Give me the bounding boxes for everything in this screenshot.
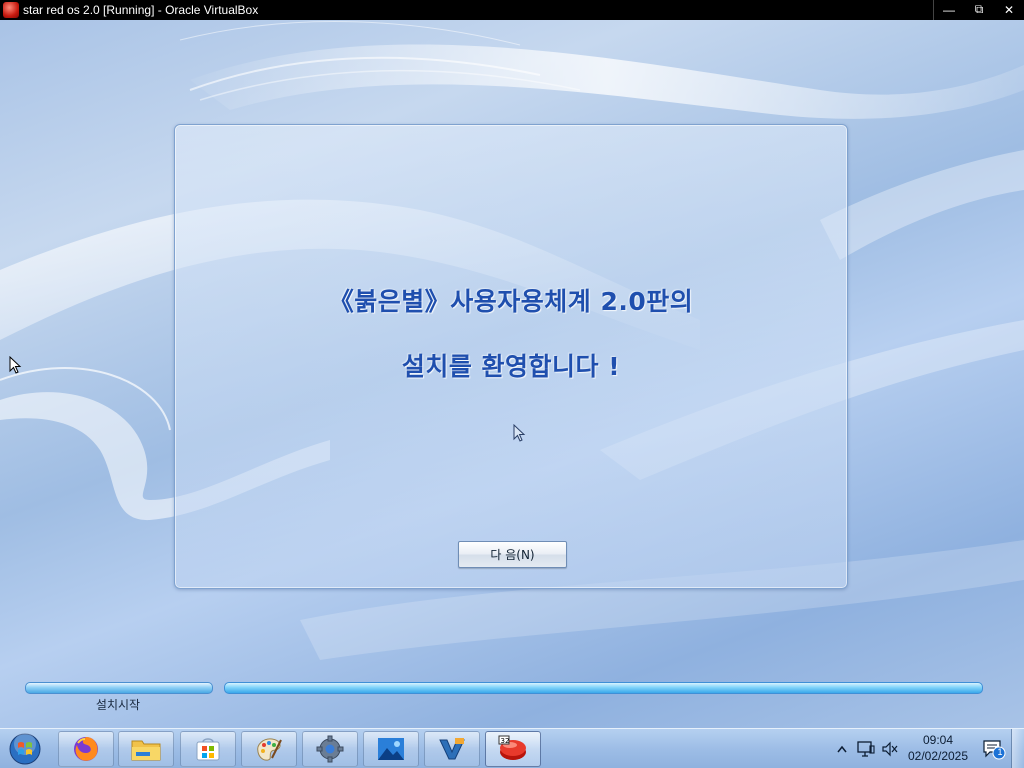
taskbar-firefox[interactable] bbox=[58, 731, 114, 767]
close-button[interactable]: ✕ bbox=[994, 0, 1024, 20]
network-icon[interactable] bbox=[856, 739, 876, 759]
clock-date: 02/02/2025 bbox=[907, 749, 969, 763]
taskbar-file-explorer[interactable] bbox=[118, 731, 174, 767]
taskbar-settings[interactable] bbox=[302, 731, 358, 767]
virtualbox-app-icon bbox=[3, 2, 19, 18]
installer-welcome-panel: 《붉은별》사용자용체계 2.0판의 설치를 환영합니다 ! 다 음(N) bbox=[174, 124, 848, 589]
window-title: star red os 2.0 [Running] - Oracle Virtu… bbox=[23, 3, 259, 17]
taskbar-virtualbox-vm[interactable]: 32 bbox=[485, 731, 541, 767]
tray-overflow-chevron-icon[interactable] bbox=[836, 741, 848, 757]
windows-start-icon bbox=[9, 733, 41, 765]
window-controls: — ⧉ ✕ bbox=[933, 0, 1024, 21]
notification-count-badge: 1 bbox=[997, 747, 1003, 757]
photos-icon bbox=[378, 738, 404, 760]
guest-desktop: 《붉은별》사용자용체계 2.0판의 설치를 환영합니다 ! 다 음(N) 설치시… bbox=[0, 20, 1024, 728]
firefox-icon bbox=[74, 737, 98, 761]
volume-muted-icon[interactable] bbox=[880, 739, 900, 759]
taskbar-microsoft-store[interactable] bbox=[180, 731, 236, 767]
clock-time: 09:04 bbox=[922, 733, 954, 747]
start-button[interactable] bbox=[6, 731, 44, 767]
settings-gear-icon bbox=[316, 735, 344, 763]
minimize-button[interactable]: — bbox=[934, 0, 964, 20]
visual-studio-icon bbox=[439, 738, 465, 760]
mouse-pointer-icon bbox=[9, 356, 22, 374]
host-taskbar: 32 09:04 02/02/2025 1 bbox=[0, 728, 1024, 768]
taskbar-photos[interactable] bbox=[363, 731, 419, 767]
paint-icon bbox=[257, 738, 282, 761]
virtualbox-guest-icon: 32 bbox=[498, 735, 526, 760]
step-progress-bar bbox=[25, 682, 213, 694]
restore-button[interactable]: ⧉ bbox=[964, 0, 994, 20]
guest-mouse-pointer-icon bbox=[513, 424, 526, 442]
welcome-title-line2: 설치를 환영합니다 ! bbox=[401, 352, 621, 381]
vbox-titlebar: star red os 2.0 [Running] - Oracle Virtu… bbox=[0, 0, 1024, 21]
file-explorer-icon bbox=[131, 740, 161, 761]
taskbar-clock[interactable]: 09:04 02/02/2025 bbox=[898, 732, 978, 764]
show-desktop-button[interactable] bbox=[1011, 729, 1024, 768]
taskbar-paint[interactable] bbox=[241, 731, 297, 767]
welcome-title-line1: 《붉은별》사용자용체계 2.0판의 bbox=[328, 287, 694, 316]
svg-text:32: 32 bbox=[501, 737, 510, 745]
taskbar-visual-studio[interactable] bbox=[424, 731, 480, 767]
next-button[interactable]: 다 음(N) bbox=[458, 541, 567, 568]
microsoft-store-icon bbox=[196, 738, 220, 761]
install-start-step-label: 설치시작 bbox=[95, 698, 141, 712]
overall-progress-bar bbox=[224, 682, 983, 694]
notification-center-button[interactable]: 1 bbox=[982, 738, 1006, 760]
